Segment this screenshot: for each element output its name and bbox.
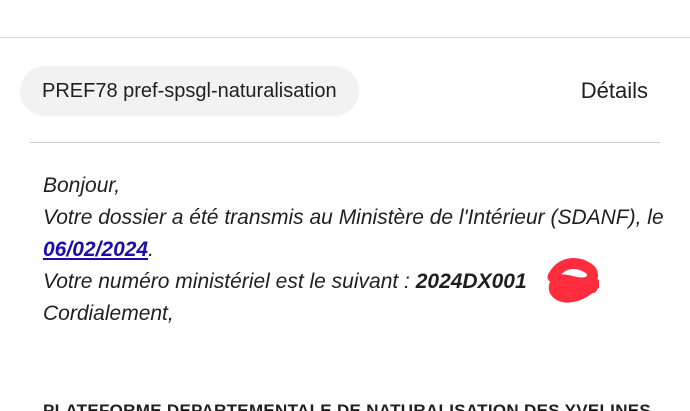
sender-chip[interactable]: PREF78 pref-spsgl-naturalisation xyxy=(20,66,359,116)
greeting-line: Bonjour, xyxy=(43,174,121,197)
message-body: Bonjour, Votre dossier a été transmis au… xyxy=(43,170,690,330)
email-header: PREF78 pref-spsgl-naturalisation Détails xyxy=(20,66,670,116)
transmission-line: Votre dossier a été transmis au Ministèr… xyxy=(43,202,690,234)
footer-heading: PLATEFORME DEPARTEMENTALE DE NATURALISAT… xyxy=(43,401,652,411)
date-period: . xyxy=(148,238,154,261)
redaction-scribble xyxy=(547,258,599,303)
details-button[interactable]: Détails xyxy=(581,78,648,104)
ministry-number-label: Votre numéro ministériel est le suivant … xyxy=(43,270,410,293)
ministry-number-value: 2024DX001 xyxy=(415,270,527,293)
header-divider xyxy=(30,142,660,143)
transmission-text: Votre dossier a été transmis au Ministèr… xyxy=(43,206,664,229)
email-view: PREF78 pref-spsgl-naturalisation Détails… xyxy=(0,0,690,411)
top-divider xyxy=(0,37,690,38)
transmission-date-link[interactable]: 06/02/2024 xyxy=(43,238,148,261)
